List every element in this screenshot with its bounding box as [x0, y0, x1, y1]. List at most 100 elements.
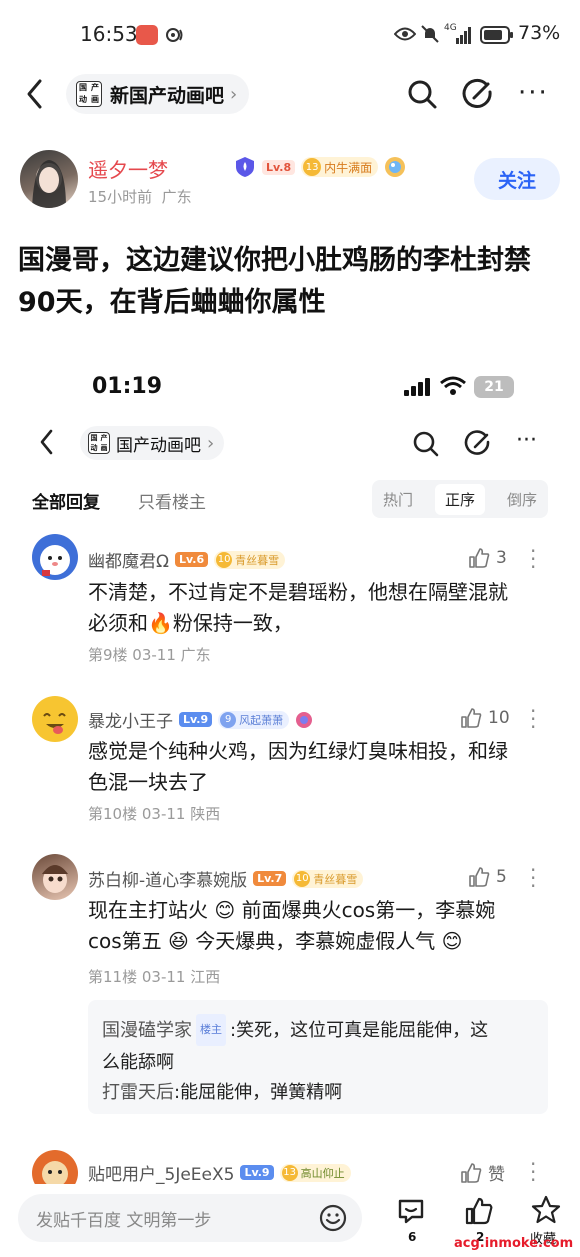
comment-icon	[398, 1199, 424, 1224]
like-button[interactable]: 5	[468, 866, 507, 888]
embedded-forum-pill[interactable]: 国产动画 国产动画吧 ›	[80, 426, 225, 460]
embedded-forum-logo: 国产动画	[88, 432, 110, 454]
shield-icon	[236, 157, 254, 177]
title-badge: 10 青丝暮雪	[214, 550, 286, 569]
reply-author[interactable]: 国漫磕学家	[102, 1020, 192, 1041]
reply-item: 国漫磕学家 楼主:笑死，这位可真是能屈能伸，这 么能舔啊	[102, 1014, 534, 1078]
comment-count-button[interactable]	[396, 1196, 426, 1230]
comment-more-icon[interactable]: · · ·	[530, 1154, 536, 1190]
comment-header: 暴龙小王子 Lv.9 9 风起萧萧	[88, 707, 313, 732]
reply-author[interactable]: 打雷天后	[102, 1082, 174, 1103]
like-button[interactable]: 3	[468, 547, 507, 569]
title-badge: 13 内牛满面	[301, 157, 379, 177]
op-tag: 楼主	[196, 1014, 226, 1046]
colorful-badge-icon	[296, 711, 313, 728]
comment-avatar[interactable]	[32, 696, 78, 742]
sort-hot[interactable]: 热门	[383, 489, 413, 510]
forum-name: 新国产动画吧	[110, 84, 225, 107]
comment-more-icon[interactable]: · · ·	[530, 541, 536, 577]
app-notification-icon	[136, 25, 158, 45]
thumbs-up-icon	[469, 548, 490, 568]
favorite-button[interactable]	[530, 1194, 562, 1230]
more-button[interactable]: ···	[518, 78, 549, 108]
embedded-back-button[interactable]	[38, 428, 56, 460]
mute-bell-icon	[420, 24, 440, 48]
sort-desc[interactable]: 倒序	[507, 489, 537, 510]
comment-more-icon[interactable]: · · ·	[530, 701, 536, 737]
level-badge: Lv.9	[179, 712, 213, 727]
reply-box[interactable]: 国漫磕学家 楼主:笑死，这位可真是能屈能伸，这 么能舔啊 打雷天后:能屈能伸，弹簧精…	[88, 1000, 548, 1114]
level-badge: Lv.8	[262, 159, 296, 175]
embedded-share-button[interactable]	[464, 430, 492, 462]
star-icon	[531, 1195, 561, 1224]
author-badges: Lv.8 13 内牛满面	[234, 156, 406, 178]
search-icon	[413, 431, 439, 457]
comment-author[interactable]: 贴吧用户_5JeEeX5	[88, 1160, 234, 1185]
watermark: acg.inmoke.com	[454, 1236, 574, 1251]
comment-header: 苏白柳-道心李慕婉版 Lv.7 10 青丝暮雪	[88, 866, 364, 891]
embedded-wifi-icon	[440, 376, 466, 400]
sort-asc[interactable]: 正序	[434, 483, 485, 515]
comment-text: 不清楚，不过肯定不是碧瑶粉，他想在隔壁混就 必须和🔥粉保持一致，	[88, 580, 508, 635]
sort-selector: 热门 正序 倒序	[372, 480, 548, 518]
chevron-right-icon: ›	[207, 432, 215, 454]
share-button[interactable]	[462, 78, 494, 114]
battery-percent: 73%	[518, 22, 561, 44]
nfc-icon	[164, 25, 184, 49]
embedded-battery: 21	[474, 376, 514, 398]
comment-meta: 第11楼 03-11 江西	[88, 968, 221, 986]
level-badge: Lv.9	[240, 1165, 274, 1180]
embedded-signal-icon	[404, 378, 432, 400]
chevron-right-icon: ›	[230, 83, 238, 105]
thumbs-up-icon	[469, 867, 490, 887]
comment-text: 感觉是个纯种火鸡，因为红绿灯臭味相投，和绿 色混一块去了	[88, 739, 508, 794]
comment-header: 贴吧用户_5JeEeX5 Lv.9 13 高山仰止	[88, 1160, 351, 1185]
comment-author[interactable]: 苏白柳-道心李慕婉版	[88, 866, 247, 891]
comment-meta: 第10楼 03-11 陕西	[88, 805, 221, 823]
embedded-forum-name: 国产动画吧	[116, 435, 201, 456]
embedded-status-time: 01:19	[92, 374, 163, 399]
back-button[interactable]	[24, 78, 46, 114]
edit-share-icon	[464, 430, 490, 455]
comment-meta: 第9楼 03-11 广东	[88, 646, 211, 664]
forum-pill[interactable]: 国产动画 新国产动画吧 ›	[66, 74, 250, 114]
post-title: 国漫哥，这边建议你把小肚鸡肠的李杜封禁90天，在背后蛐蛐你属性	[18, 245, 531, 318]
comment-author[interactable]: 幽都魔君Ω	[88, 547, 169, 572]
author-meta: 15小时前 广东	[88, 188, 192, 206]
smile-emoji-icon: 😊	[441, 929, 463, 953]
eye-icon	[393, 26, 417, 46]
signal-icon	[456, 26, 472, 48]
tab-only-op[interactable]: 只看楼主	[138, 488, 206, 513]
status-time: 16:53	[80, 22, 138, 46]
like-post-button[interactable]	[464, 1196, 494, 1230]
author-name[interactable]: 遥夕一梦	[88, 154, 168, 183]
like-button[interactable]: 10	[460, 707, 510, 729]
follow-button[interactable]: 关注	[474, 158, 560, 200]
title-badge: 13 高山仰止	[279, 1163, 351, 1182]
reply-input[interactable]: 发贴千百度 文明第一步	[18, 1194, 362, 1242]
network-type: 4G	[444, 23, 457, 33]
comment-more-icon[interactable]: · · ·	[530, 860, 536, 896]
thumbs-up-icon	[461, 1162, 482, 1183]
embedded-more-button[interactable]: ···	[516, 428, 537, 453]
search-button[interactable]	[406, 78, 438, 114]
embedded-search-button[interactable]	[412, 430, 440, 462]
thumbs-up-icon	[461, 708, 482, 728]
emoji-icon[interactable]	[318, 1203, 348, 1233]
battery-icon	[480, 26, 514, 48]
comment-text: 现在主打站火 😊 前面爆典火cos第一，李慕婉 cos第五 😆 今天爆典，李慕婉…	[88, 898, 496, 953]
search-icon	[408, 80, 437, 109]
like-button[interactable]: 赞	[460, 1160, 505, 1185]
smile-emoji-icon: 😊	[214, 898, 236, 922]
colorful-badge-icon	[385, 157, 406, 177]
title-badge: 10 青丝暮雪	[292, 869, 364, 888]
comment-avatar[interactable]	[32, 854, 78, 900]
level-badge: Lv.6	[175, 552, 209, 567]
comment-author[interactable]: 暴龙小王子	[88, 707, 173, 732]
comment-avatar[interactable]	[32, 534, 78, 580]
author-avatar[interactable]	[20, 150, 78, 208]
forum-logo: 国产动画	[76, 81, 102, 107]
laugh-emoji-icon: 😆	[168, 929, 189, 953]
tab-all-replies[interactable]: 全部回复	[32, 488, 100, 513]
reply-input-placeholder: 发贴千百度 文明第一步	[36, 1210, 212, 1231]
